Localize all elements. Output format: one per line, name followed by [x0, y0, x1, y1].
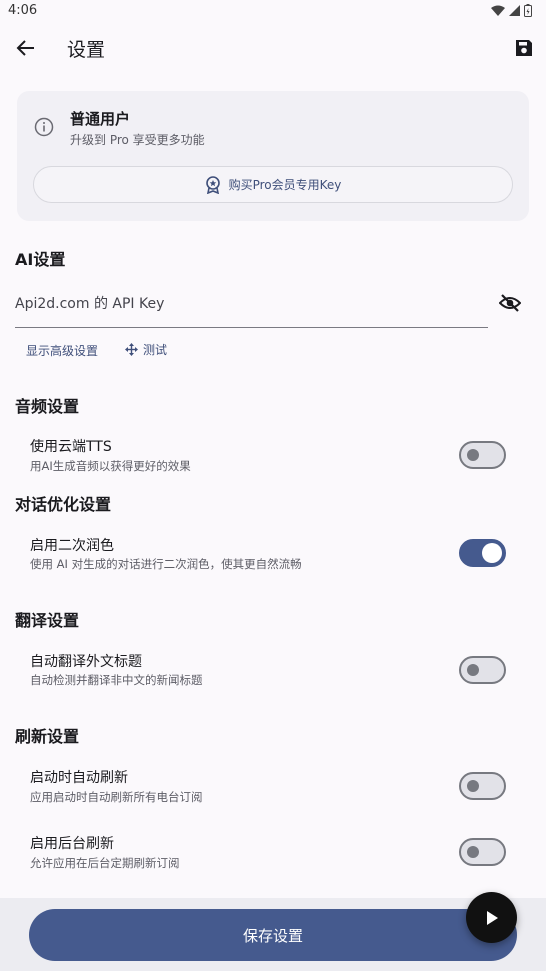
- switch-knob: [467, 449, 479, 461]
- switch-knob: [482, 543, 502, 563]
- user-type-label: 普通用户: [70, 110, 131, 128]
- move-arrows-icon: [125, 343, 138, 356]
- toggle-visibility-button[interactable]: [497, 290, 523, 316]
- signal-icon: [509, 5, 520, 16]
- show-advanced-settings-link[interactable]: 显示高级设置: [26, 342, 98, 359]
- polish-title: 启用二次润色: [30, 538, 114, 554]
- startup-refresh-subtitle: 应用启动时自动刷新所有电台订阅: [30, 790, 203, 804]
- award-badge-icon: [205, 175, 220, 194]
- status-time: 4:06: [8, 3, 38, 18]
- save-settings-button[interactable]: 保存设置: [29, 909, 517, 961]
- api-key-placeholder: Api2d.com 的 API Key: [15, 296, 165, 312]
- cloud-tts-subtitle: 用AI生成音频以获得更好的效果: [30, 459, 191, 473]
- floppy-disk-icon: [516, 40, 532, 56]
- status-icons: [491, 4, 532, 17]
- test-api-label: 测试: [143, 343, 168, 357]
- section-title-audio: 音频设置: [15, 397, 80, 416]
- switch-knob: [467, 780, 479, 792]
- switch-knob: [467, 846, 479, 858]
- play-icon: [486, 910, 498, 925]
- wifi-icon: [491, 5, 505, 16]
- cloud-tts-switch[interactable]: [459, 441, 506, 469]
- cloud-tts-title: 使用云端TTS: [30, 439, 112, 455]
- eye-off-icon: [499, 294, 521, 312]
- upgrade-hint: 升级到 Pro 享受更多功能: [70, 133, 205, 147]
- save-icon-button[interactable]: [510, 34, 538, 62]
- auto-translate-switch[interactable]: [459, 656, 506, 684]
- switch-knob: [467, 664, 479, 676]
- battery-icon: [524, 4, 532, 17]
- buy-pro-key-label: 购买Pro会员专用Key: [228, 178, 342, 192]
- buy-pro-key-button[interactable]: 购买Pro会员专用Key: [33, 166, 513, 203]
- arrow-left-icon: [16, 40, 34, 56]
- info-circle-icon: [34, 117, 54, 137]
- api-key-input[interactable]: Api2d.com 的 API Key: [15, 290, 488, 328]
- polish-switch[interactable]: [459, 539, 506, 567]
- test-api-button[interactable]: 测试: [125, 341, 167, 358]
- section-title-ai: AI设置: [15, 250, 66, 269]
- section-title-translate: 翻译设置: [15, 611, 80, 630]
- background-refresh-subtitle: 允许应用在后台定期刷新订阅: [30, 856, 180, 870]
- polish-subtitle: 使用 AI 对生成的对话进行二次润色，使其更自然流畅: [30, 557, 302, 571]
- play-fab[interactable]: [466, 892, 517, 943]
- auto-translate-title: 自动翻译外文标题: [30, 654, 142, 670]
- startup-refresh-title: 启动时自动刷新: [30, 770, 128, 786]
- startup-refresh-switch[interactable]: [459, 772, 506, 800]
- background-refresh-switch[interactable]: [459, 838, 506, 866]
- background-refresh-title: 启用后台刷新: [30, 836, 114, 852]
- auto-translate-subtitle: 自动检测并翻译非中文的新闻标题: [30, 673, 203, 687]
- back-button[interactable]: [12, 34, 40, 62]
- page-title: 设置: [67, 39, 106, 61]
- section-title-dialog: 对话优化设置: [15, 495, 112, 514]
- section-title-refresh: 刷新设置: [15, 727, 80, 746]
